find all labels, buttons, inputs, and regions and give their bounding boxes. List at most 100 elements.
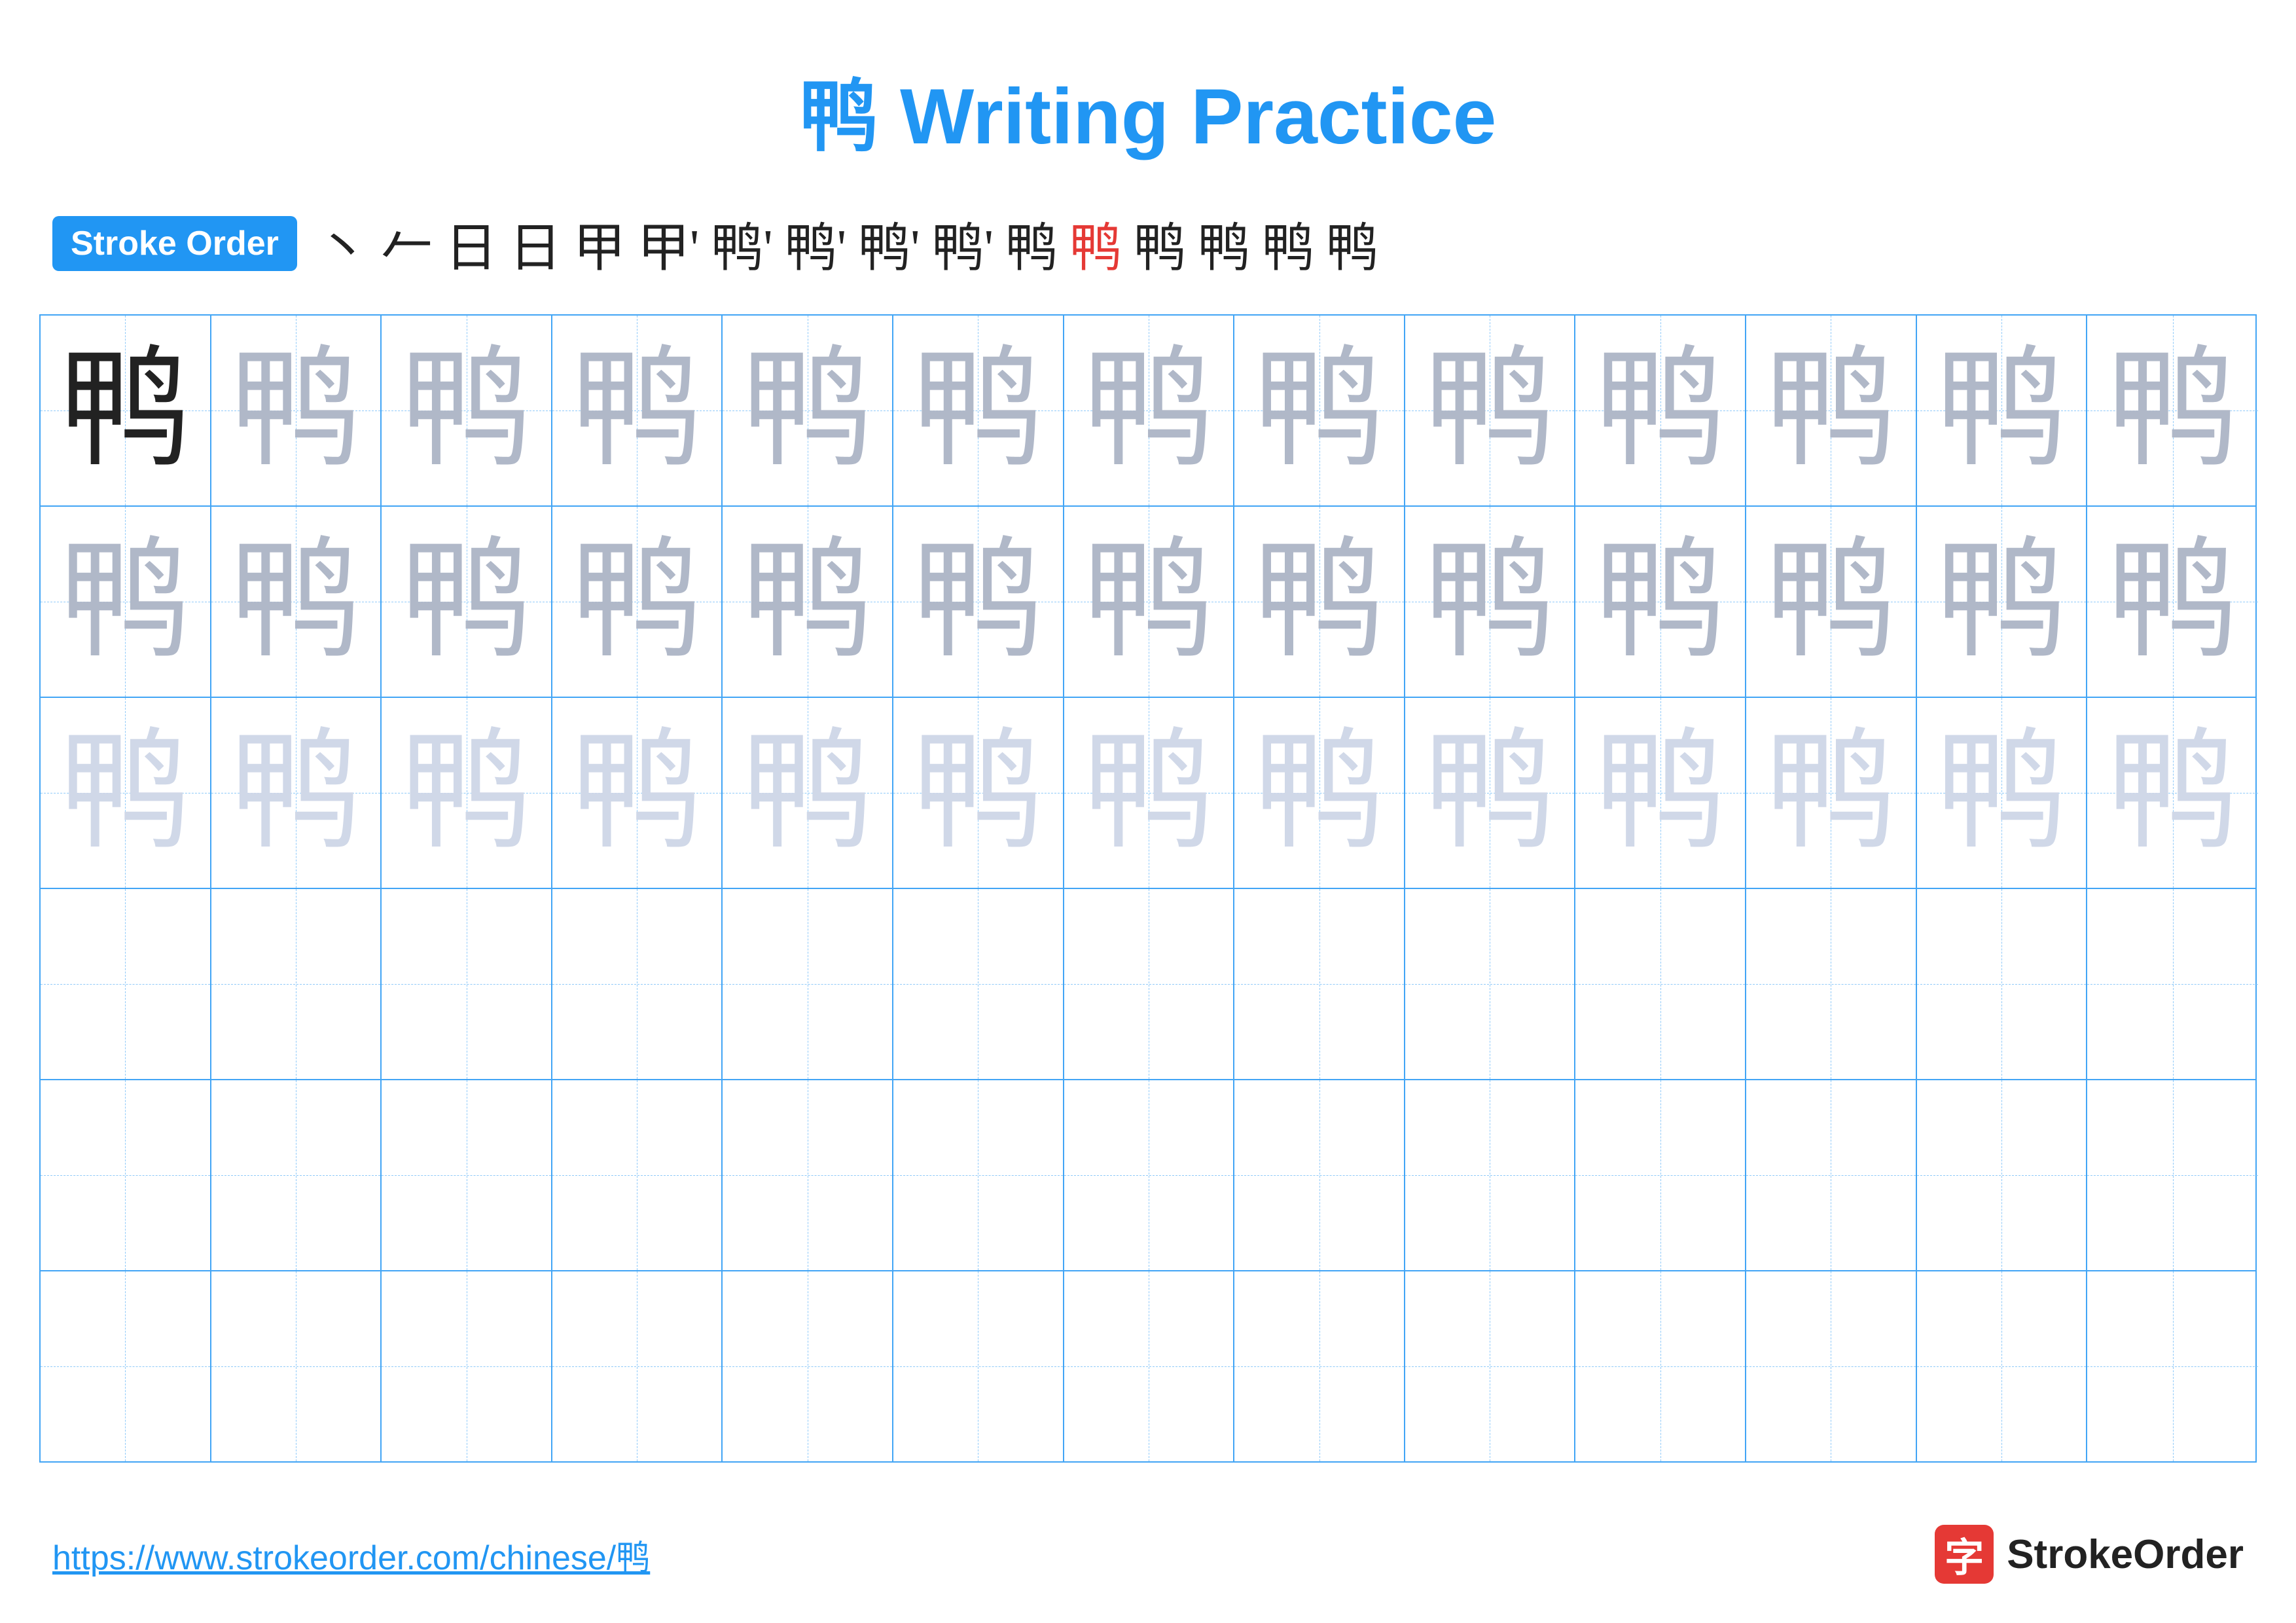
char-display: 鸭 bbox=[60, 727, 190, 858]
cell-4-1[interactable] bbox=[41, 889, 211, 1079]
cell-6-9[interactable] bbox=[1405, 1271, 1576, 1461]
char-display: 鸭 bbox=[1424, 345, 1555, 476]
cell-6-7[interactable] bbox=[1064, 1271, 1235, 1461]
cell-3-10: 鸭 bbox=[1575, 698, 1746, 888]
cell-6-1[interactable] bbox=[41, 1271, 211, 1461]
cell-6-12[interactable] bbox=[1917, 1271, 2088, 1461]
cell-4-6[interactable] bbox=[893, 889, 1064, 1079]
cell-5-3[interactable] bbox=[382, 1080, 552, 1270]
cell-5-1[interactable] bbox=[41, 1080, 211, 1270]
cell-2-8: 鸭 bbox=[1234, 507, 1405, 697]
char-display: 鸭 bbox=[1765, 345, 1896, 476]
cell-1-7: 鸭 bbox=[1064, 316, 1235, 505]
cell-3-9: 鸭 bbox=[1405, 698, 1576, 888]
footer-url[interactable]: https://www.strokeorder.com/chinese/鸭 bbox=[52, 1530, 650, 1579]
cell-2-10: 鸭 bbox=[1575, 507, 1746, 697]
char-display: 鸭 bbox=[60, 536, 190, 667]
cell-2-9: 鸭 bbox=[1405, 507, 1576, 697]
char-display: 鸭 bbox=[2108, 536, 2238, 667]
char-display: 鸭 bbox=[1765, 536, 1896, 667]
char-display: 鸭 bbox=[1936, 536, 2067, 667]
stroke-1: 丶 bbox=[317, 206, 369, 282]
stroke-7: 鸭' bbox=[711, 206, 772, 282]
char-display: 鸭 bbox=[571, 345, 702, 476]
cell-6-5[interactable] bbox=[723, 1271, 893, 1461]
char-display: 鸭 bbox=[1254, 536, 1385, 667]
cell-1-4: 鸭 bbox=[552, 316, 723, 505]
cell-3-6: 鸭 bbox=[893, 698, 1064, 888]
stroke-14: 鸭 bbox=[1198, 206, 1250, 282]
cell-5-13[interactable] bbox=[2087, 1080, 2258, 1270]
grid-row-6 bbox=[41, 1271, 2255, 1461]
cell-3-8: 鸭 bbox=[1234, 698, 1405, 888]
char-display: 鸭 bbox=[1765, 727, 1896, 858]
char-display: 鸭 bbox=[401, 727, 532, 858]
cell-5-4[interactable] bbox=[552, 1080, 723, 1270]
cell-3-12: 鸭 bbox=[1917, 698, 2088, 888]
cell-5-7[interactable] bbox=[1064, 1080, 1235, 1270]
stroke-6: 甲' bbox=[637, 206, 699, 282]
logo-icon: 字 bbox=[1935, 1525, 1994, 1584]
cell-5-9[interactable] bbox=[1405, 1080, 1576, 1270]
char-display: 鸭 bbox=[1254, 345, 1385, 476]
cell-1-5: 鸭 bbox=[723, 316, 893, 505]
cell-4-2[interactable] bbox=[211, 889, 382, 1079]
char-display: 鸭 bbox=[1424, 536, 1555, 667]
cell-6-10[interactable] bbox=[1575, 1271, 1746, 1461]
cell-1-11: 鸭 bbox=[1746, 316, 1917, 505]
cell-5-6[interactable] bbox=[893, 1080, 1064, 1270]
cell-4-11[interactable] bbox=[1746, 889, 1917, 1079]
stroke-9: 鸭' bbox=[858, 206, 920, 282]
cell-4-13[interactable] bbox=[2087, 889, 2258, 1079]
cell-4-9[interactable] bbox=[1405, 889, 1576, 1079]
stroke-order-chars: 丶 𠂉 日 日 甲 甲' 鸭' 鸭' 鸭' 鸭' 鸭 鸭 鸭 鸭 鸭 鸭 bbox=[317, 206, 1378, 282]
cell-1-9: 鸭 bbox=[1405, 316, 1576, 505]
stroke-8: 鸭' bbox=[785, 206, 846, 282]
cell-4-8[interactable] bbox=[1234, 889, 1405, 1079]
stroke-order-badge: Stroke Order bbox=[52, 216, 297, 271]
cell-3-4: 鸭 bbox=[552, 698, 723, 888]
cell-1-12: 鸭 bbox=[1917, 316, 2088, 505]
cell-2-12: 鸭 bbox=[1917, 507, 2088, 697]
char-display: 鸭 bbox=[1083, 345, 1214, 476]
cell-2-4: 鸭 bbox=[552, 507, 723, 697]
cell-2-2: 鸭 bbox=[211, 507, 382, 697]
cell-6-3[interactable] bbox=[382, 1271, 552, 1461]
cell-4-10[interactable] bbox=[1575, 889, 1746, 1079]
cell-6-8[interactable] bbox=[1234, 1271, 1405, 1461]
footer-logo: 字 StrokeOrder bbox=[1935, 1525, 2244, 1584]
cell-3-13: 鸭 bbox=[2087, 698, 2258, 888]
footer: https://www.strokeorder.com/chinese/鸭 字 … bbox=[52, 1525, 2244, 1584]
practice-grid: 鸭 鸭 鸭 鸭 鸭 鸭 鸭 鸭 鸭 鸭 鸭 鸭 鸭 鸭 鸭 鸭 鸭 鸭 鸭 鸭 … bbox=[39, 314, 2257, 1463]
cell-6-2[interactable] bbox=[211, 1271, 382, 1461]
cell-5-11[interactable] bbox=[1746, 1080, 1917, 1270]
char-display: 鸭 bbox=[2108, 727, 2238, 858]
char-display: 鸭 bbox=[1254, 727, 1385, 858]
cell-1-1: 鸭 bbox=[41, 316, 211, 505]
cell-4-12[interactable] bbox=[1917, 889, 2088, 1079]
stroke-13: 鸭 bbox=[1134, 206, 1186, 282]
cell-6-4[interactable] bbox=[552, 1271, 723, 1461]
char-display: 鸭 bbox=[1424, 727, 1555, 858]
stroke-3: 日 bbox=[445, 206, 497, 282]
stroke-order-row: Stroke Order 丶 𠂉 日 日 甲 甲' 鸭' 鸭' 鸭' 鸭' 鸭 … bbox=[0, 192, 2296, 301]
cell-4-7[interactable] bbox=[1064, 889, 1235, 1079]
cell-4-3[interactable] bbox=[382, 889, 552, 1079]
cell-5-8[interactable] bbox=[1234, 1080, 1405, 1270]
cell-3-3: 鸭 bbox=[382, 698, 552, 888]
cell-5-5[interactable] bbox=[723, 1080, 893, 1270]
stroke-2: 𠂉 bbox=[381, 206, 433, 282]
cell-6-6[interactable] bbox=[893, 1271, 1064, 1461]
char-display: 鸭 bbox=[571, 727, 702, 858]
char-display: 鸭 bbox=[1595, 345, 1726, 476]
cell-5-2[interactable] bbox=[211, 1080, 382, 1270]
stroke-15: 鸭 bbox=[1262, 206, 1314, 282]
cell-4-4[interactable] bbox=[552, 889, 723, 1079]
cell-5-12[interactable] bbox=[1917, 1080, 2088, 1270]
cell-5-10[interactable] bbox=[1575, 1080, 1746, 1270]
cell-3-2: 鸭 bbox=[211, 698, 382, 888]
cell-6-13[interactable] bbox=[2087, 1271, 2258, 1461]
cell-4-5[interactable] bbox=[723, 889, 893, 1079]
char-display: 鸭 bbox=[742, 345, 873, 476]
cell-6-11[interactable] bbox=[1746, 1271, 1917, 1461]
